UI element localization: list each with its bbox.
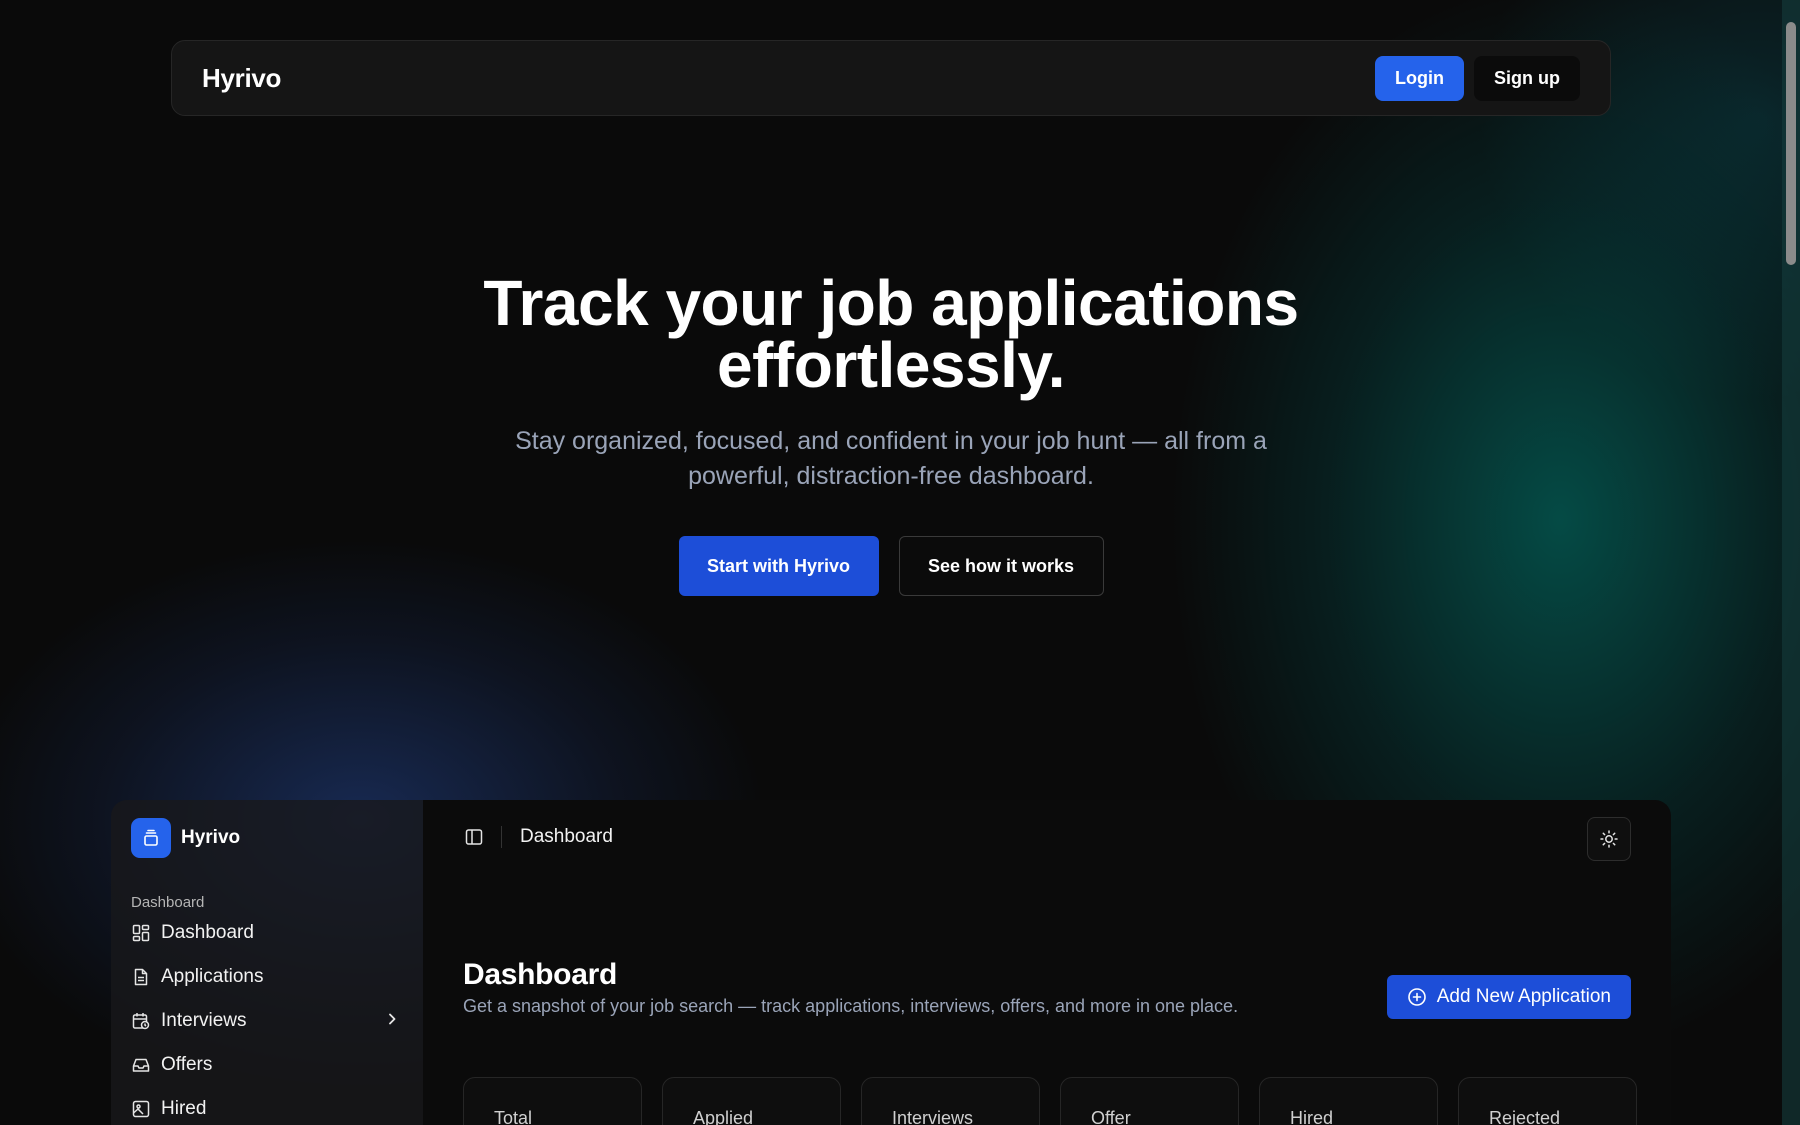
- theme-toggle-button[interactable]: [1587, 817, 1631, 861]
- brand-logo-text[interactable]: Hyrivo: [202, 63, 281, 94]
- stat-card-offer[interactable]: Offer: [1060, 1077, 1239, 1125]
- stat-label: Offer: [1091, 1108, 1131, 1125]
- stat-label: Rejected: [1489, 1108, 1561, 1125]
- login-button[interactable]: Login: [1375, 55, 1464, 101]
- sidebar-item-applications[interactable]: Applications: [131, 955, 403, 999]
- stat-label: Hired: [1290, 1108, 1334, 1125]
- sidebar-group-label: Dashboard: [131, 894, 205, 911]
- stat-card-total[interactable]: Total: [463, 1077, 642, 1125]
- stat-label: Applied: [693, 1108, 754, 1125]
- hero-section: Track your job applications effortlessly…: [0, 271, 1782, 596]
- stat-card-hired[interactable]: Hired: [1259, 1077, 1438, 1125]
- sidebar: Hyrivo Dashboard Dashboard Applications …: [111, 800, 423, 1125]
- page-scrollbar[interactable]: [1782, 0, 1800, 1125]
- breadcrumb[interactable]: Dashboard: [520, 826, 613, 848]
- page-title: Dashboard: [463, 958, 617, 991]
- sidebar-item-dashboard[interactable]: Dashboard: [131, 911, 403, 955]
- add-application-label: Add New Application: [1436, 986, 1611, 1007]
- dashboard-topbar: Dashboard: [463, 826, 613, 848]
- scrollbar-thumb[interactable]: [1786, 22, 1796, 265]
- top-navbar: Hyrivo Login Sign up: [171, 40, 1611, 116]
- dashboard-main: Dashboard Dashboard Get a snapshot of yo…: [423, 800, 1671, 1125]
- sidebar-item-label: Offers: [161, 1054, 213, 1075]
- stat-card-applied[interactable]: Applied: [662, 1077, 841, 1125]
- sidebar-brand-name: Hyrivo: [181, 827, 241, 848]
- sidebar-item-label: Applications: [161, 966, 264, 987]
- sidebar-item-label: Interviews: [161, 1010, 247, 1031]
- sun-icon: [1600, 830, 1618, 848]
- stats-row: Total Applied Interviews Offer Hired Rej…: [463, 1077, 1637, 1125]
- sidebar-item-offers[interactable]: Offers: [131, 1043, 403, 1087]
- hero-cta-group: Start with Hyrivo See how it works: [0, 536, 1782, 596]
- stat-label: Total: [494, 1108, 533, 1125]
- sidebar-toggle-icon[interactable]: [463, 826, 485, 848]
- dashboard-preview: Hyrivo Dashboard Dashboard Applications …: [111, 800, 1671, 1125]
- nav-actions: Login Sign up: [1375, 55, 1580, 101]
- stat-card-rejected[interactable]: Rejected: [1458, 1077, 1637, 1125]
- plus-circle-icon: [1407, 988, 1426, 1006]
- sidebar-item-hired[interactable]: Hired: [131, 1087, 403, 1125]
- stat-card-interviews[interactable]: Interviews: [861, 1077, 1040, 1125]
- topbar-divider: [501, 826, 502, 848]
- hero-title: Track your job applications effortlessly…: [461, 271, 1321, 397]
- hero-title-line2: effortlessly.: [717, 329, 1066, 401]
- dashboard-icon: [131, 923, 151, 943]
- start-button[interactable]: Start with Hyrivo: [678, 536, 879, 596]
- page-subtitle: Get a snapshot of your job search — trac…: [463, 996, 1239, 1016]
- file-text-icon: [131, 967, 151, 987]
- calendar-clock-icon: [131, 1011, 151, 1031]
- how-it-works-button[interactable]: See how it works: [898, 536, 1104, 596]
- sidebar-brand[interactable]: Hyrivo: [131, 818, 403, 858]
- add-application-button[interactable]: Add New Application: [1386, 975, 1631, 1019]
- hero-subtitle: Stay organized, focused, and confident i…: [515, 427, 1267, 490]
- stat-label: Interviews: [892, 1108, 974, 1125]
- sidebar-item-label: Hired: [161, 1098, 207, 1119]
- sidebar-item-interviews[interactable]: Interviews: [131, 999, 403, 1043]
- sidebar-item-label: Dashboard: [161, 922, 254, 943]
- app-logo-icon: [131, 818, 171, 858]
- image-icon: [131, 1099, 151, 1119]
- chevron-right-icon[interactable]: [385, 1010, 399, 1032]
- inbox-icon: [131, 1055, 151, 1075]
- signup-button[interactable]: Sign up: [1474, 55, 1580, 101]
